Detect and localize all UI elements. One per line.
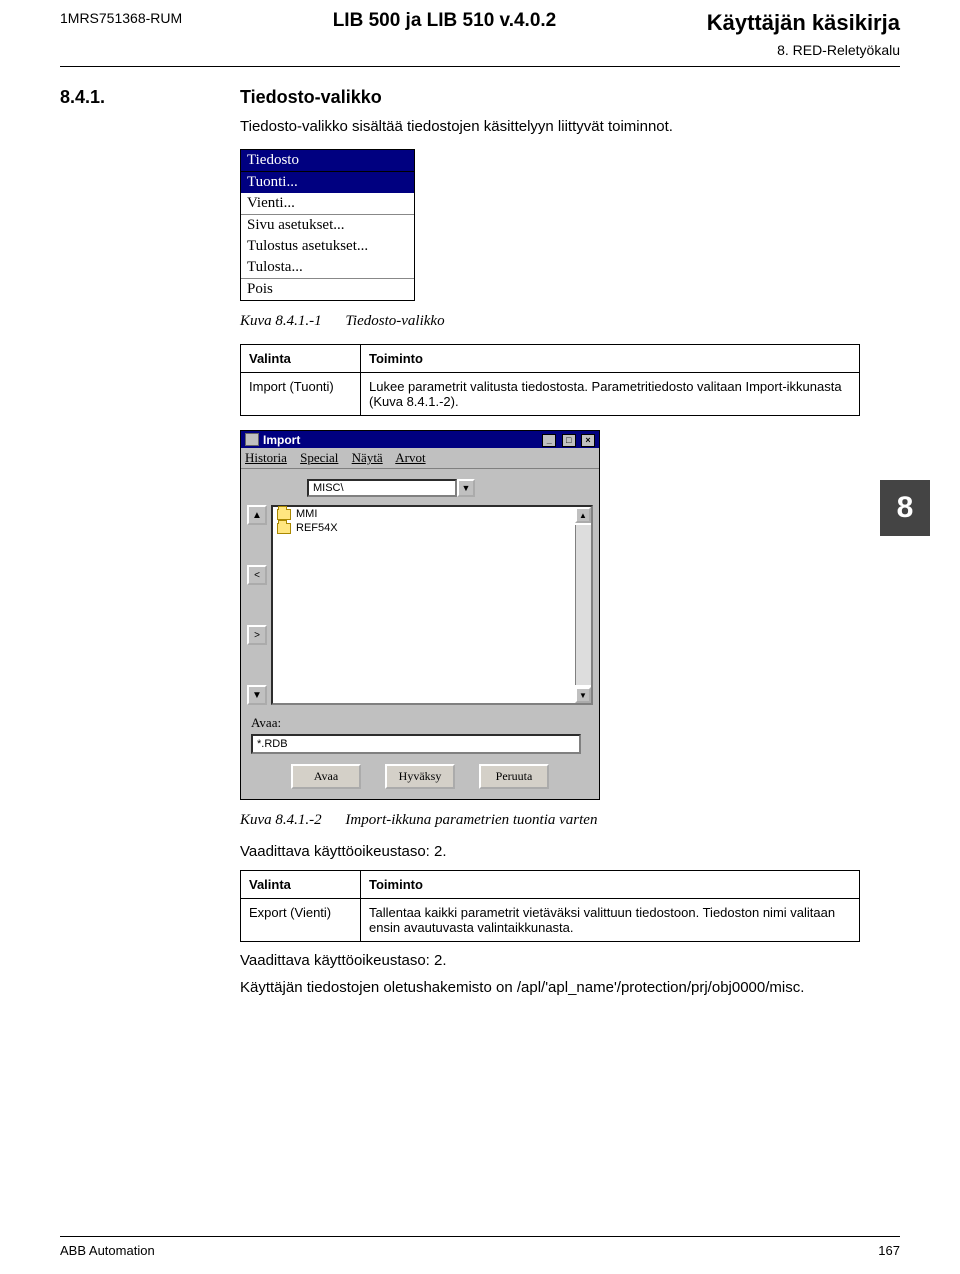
required-auth-2: Vaadittava käyttöoikeustaso: 2.	[240, 952, 900, 969]
table1-h1: Valinta	[241, 345, 361, 373]
required-auth-1: Vaadittava käyttöoikeustaso: 2.	[240, 843, 900, 860]
nav-bottom-button[interactable]: ▼	[247, 685, 267, 705]
doc-right-title: Käyttäjän käsikirja	[707, 10, 900, 36]
table1-r1c2: Lukee parametrit valitusta tiedostosta. …	[361, 373, 860, 416]
path-dropdown-button[interactable]: ▼	[457, 479, 475, 497]
footer-page-number: 167	[878, 1243, 900, 1258]
nav-right-button[interactable]: >	[247, 625, 267, 645]
menu-item-tuonti[interactable]: Tuonti...	[241, 172, 414, 193]
folder-icon	[277, 509, 291, 520]
figure-caption-2: Kuva 8.4.1.-2 Import-ikkuna parametrien …	[240, 812, 900, 829]
peruuta-button[interactable]: Peruuta	[479, 764, 549, 789]
doc-subsection: 8. RED-Reletyökalu	[0, 42, 960, 66]
footer-left: ABB Automation	[60, 1243, 155, 1258]
table2-h1: Valinta	[241, 871, 361, 899]
section-heading: Tiedosto-valikko	[240, 87, 900, 108]
open-filename-input[interactable]: *.RDB	[251, 734, 581, 754]
scrollbar[interactable]	[575, 525, 591, 685]
maximize-button[interactable]: □	[562, 434, 576, 447]
menu-item-vienti[interactable]: Vienti...	[241, 193, 414, 214]
table-export: Valinta Toiminto Export (Vienti) Tallent…	[240, 870, 860, 942]
table2-r1c2: Tallentaa kaikki parametrit vietäväksi v…	[361, 899, 860, 942]
menu-nayta[interactable]: Näytä	[352, 450, 383, 465]
table2-h2: Toiminto	[361, 871, 860, 899]
file-item-label: MMI	[296, 508, 317, 520]
section-number: 8.4.1.	[60, 87, 240, 1006]
scroll-down-button[interactable]: ▼	[575, 687, 591, 703]
default-directory-note: Käyttäjän tiedostojen oletushakemisto on…	[240, 979, 900, 996]
table1-r1c1: Import (Tuonti)	[241, 373, 361, 416]
section-intro: Tiedosto-valikko sisältää tiedostojen kä…	[240, 118, 900, 135]
hyvaksy-button[interactable]: Hyväksy	[385, 764, 455, 789]
table2-r1c1: Export (Vienti)	[241, 899, 361, 942]
close-button[interactable]: ×	[581, 434, 595, 447]
table-import: Valinta Toiminto Import (Tuonti) Lukee p…	[240, 344, 860, 416]
import-menubar: Historia Special Näytä Arvot	[241, 448, 599, 469]
figure-caption-1: Kuva 8.4.1.-1 Tiedosto-valikko	[240, 313, 900, 330]
menu-title: Tiedosto	[241, 150, 414, 172]
minimize-button[interactable]: _	[542, 434, 556, 447]
chapter-tab: 8	[880, 480, 930, 536]
folder-icon	[277, 523, 291, 534]
import-window: Import _ □ × Historia Special Näytä Arvo…	[240, 430, 600, 800]
figure-caption-2-text: Import-ikkuna parametrien tuontia varten	[345, 812, 597, 828]
tiedosto-menu: Tiedosto Tuonti... Vienti... Sivu asetuk…	[240, 149, 415, 301]
menu-special[interactable]: Special	[300, 450, 338, 465]
path-combobox[interactable]: MISC\	[307, 479, 457, 497]
file-item-mmi[interactable]: MMI	[273, 507, 591, 521]
scroll-up-button[interactable]: ▲	[575, 507, 591, 523]
file-item-ref54x[interactable]: REF54X	[273, 521, 591, 535]
file-item-label: REF54X	[296, 522, 338, 534]
menu-arvot[interactable]: Arvot	[395, 450, 425, 465]
doc-center-title: LIB 500 ja LIB 510 v.4.0.2	[333, 10, 557, 32]
file-list[interactable]: ▲ ▼ MMI REF54X	[271, 505, 593, 705]
menu-item-tulostus-asetukset[interactable]: Tulostus asetukset...	[241, 236, 414, 257]
avaa-button[interactable]: Avaa	[291, 764, 361, 789]
open-label: Avaa:	[251, 715, 593, 731]
import-window-title: Import	[263, 433, 300, 447]
menu-item-pois[interactable]: Pois	[241, 279, 414, 300]
doc-id: 1MRS751368-RUM	[60, 10, 182, 26]
nav-top-button[interactable]: ▲	[247, 505, 267, 525]
figure-caption-1-num: Kuva 8.4.1.-1	[240, 313, 322, 329]
menu-item-sivu-asetukset[interactable]: Sivu asetukset...	[241, 215, 414, 236]
menu-item-tulosta[interactable]: Tulosta...	[241, 257, 414, 278]
figure-caption-1-text: Tiedosto-valikko	[345, 313, 444, 329]
import-app-icon	[245, 433, 259, 446]
figure-caption-2-num: Kuva 8.4.1.-2	[240, 812, 322, 828]
menu-historia[interactable]: Historia	[245, 450, 287, 465]
table1-h2: Toiminto	[361, 345, 860, 373]
nav-left-button[interactable]: <	[247, 565, 267, 585]
import-window-title-bar: Import _ □ ×	[241, 431, 599, 448]
